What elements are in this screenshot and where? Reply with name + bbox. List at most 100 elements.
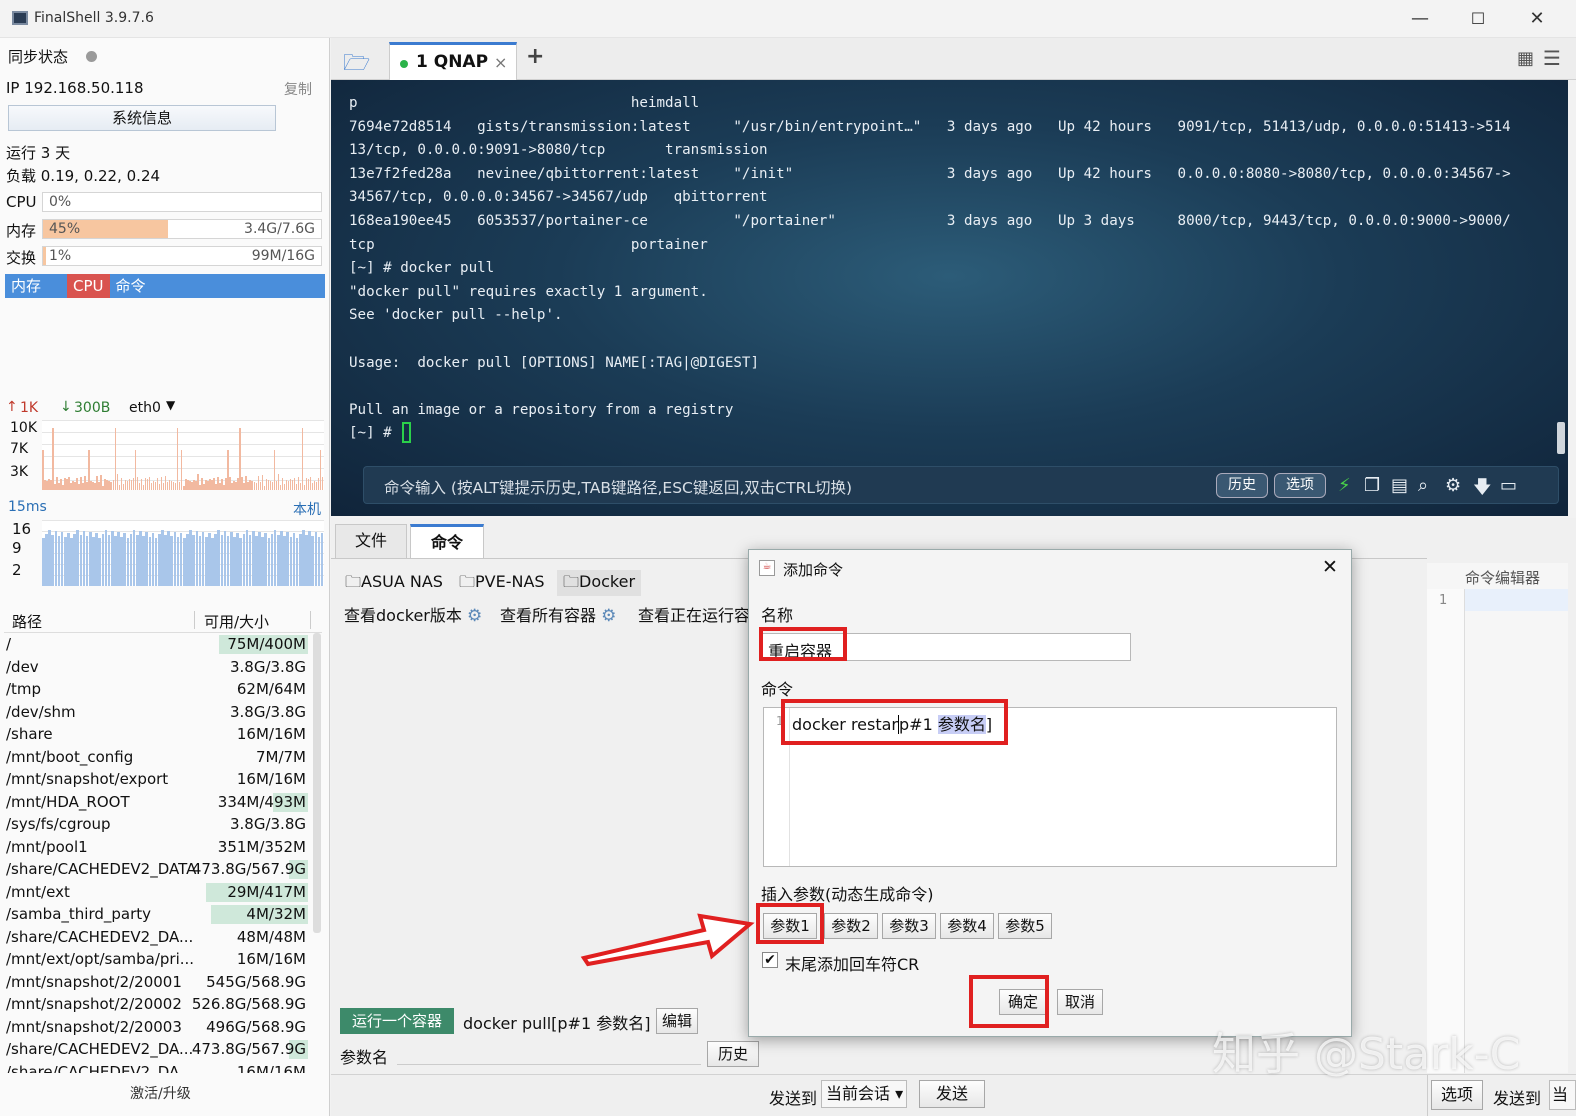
param-history-button[interactable]: 历史 xyxy=(707,1041,759,1067)
disk-row[interactable]: /share 16M/16M xyxy=(4,723,308,745)
disk-row[interactable]: /mnt/snapshot/export 16M/16M xyxy=(4,768,308,790)
folder-docker[interactable]: 🗀Docker xyxy=(557,570,642,596)
disk-path: /share/CACHEDEV2_DA xyxy=(6,1062,180,1074)
process-tab-cpu[interactable]: CPU xyxy=(67,274,110,298)
disk-row[interactable]: /mnt/pool1 351M/352M xyxy=(4,836,308,858)
session-select[interactable]: 当前会话 ▾ xyxy=(821,1080,907,1108)
ip-address: IP 192.168.50.118 xyxy=(6,79,144,97)
disk-row[interactable]: /tmp 62M/64M xyxy=(4,678,308,700)
disk-row[interactable]: /mnt/ext 29M/417M xyxy=(4,881,308,903)
cr-checkbox-label: 末尾添加回车符CR xyxy=(785,955,920,974)
disk-row[interactable]: /mnt/boot_config 7M/7M xyxy=(4,746,308,768)
disk-row[interactable]: /samba_third_party 4M/32M xyxy=(4,903,308,925)
param-name-input[interactable] xyxy=(397,1064,701,1065)
param3-button[interactable]: 参数3 xyxy=(882,913,936,939)
disk-scrollbar[interactable] xyxy=(313,633,321,933)
close-tab-icon[interactable]: × xyxy=(494,53,507,72)
tab-files[interactable]: 文件 xyxy=(335,524,407,558)
disk-row[interactable]: /mnt/HDA_ROOT 334M/493M xyxy=(4,791,308,813)
disk-row[interactable]: /share/CACHEDEV2_DA... 48M/48M xyxy=(4,926,308,948)
window-title: FinalShell 3.9.7.6 xyxy=(34,10,154,26)
disk-row[interactable]: /mnt/snapshot/2/20001 545G/568.9G xyxy=(4,971,308,993)
command-label: 命令 xyxy=(761,680,794,699)
disk-row[interactable]: /mnt/ext/opt/samba/pri... 16M/16M xyxy=(4,948,308,970)
terminal-scrollbar[interactable] xyxy=(1557,422,1565,454)
latency-value: 15ms xyxy=(8,499,47,515)
editor-options-button[interactable]: 选项 xyxy=(1431,1080,1483,1110)
param2-button[interactable]: 参数2 xyxy=(824,913,878,939)
disk-row[interactable]: /mnt/snapshot/2/20002 526.8G/568.9G xyxy=(4,993,308,1015)
folder-pve-nas[interactable]: 🗀PVE-NAS xyxy=(453,570,551,596)
gear-icon[interactable]: ⚙ xyxy=(1445,475,1461,496)
app-icon xyxy=(12,11,28,25)
annotation-param1-box xyxy=(756,903,824,944)
close-button[interactable]: ✕ xyxy=(1517,6,1557,32)
disk-size: 351M/352M xyxy=(217,837,306,856)
net-tick-low: 3K xyxy=(10,464,29,480)
disk-row[interactable]: /mnt/snapshot/2/20003 496G/568.9G xyxy=(4,1016,308,1038)
cr-checkbox[interactable]: ✔ xyxy=(762,952,778,968)
session-tab-qnap[interactable]: 1 QNAP × xyxy=(389,42,517,80)
disk-row[interactable]: /sys/fs/cgroup 3.8G/3.8G xyxy=(4,813,308,835)
command-running-containers[interactable]: 查看正在运行容 xyxy=(638,602,750,626)
disk-list: / 75M/400M/dev 3.8G/3.8G/tmp 62M/64M/dev/sh… xyxy=(0,633,320,1073)
disk-row[interactable]: / 75M/400M xyxy=(4,633,308,655)
fullscreen-icon[interactable]: ▭ xyxy=(1500,475,1517,496)
disk-size: 16M/16M xyxy=(236,950,306,968)
session-tab-label: 1 QNAP xyxy=(416,52,489,72)
folder-open-icon[interactable]: 🗁 xyxy=(343,46,370,84)
folder-icon: 🗀 xyxy=(563,572,580,591)
send-button[interactable]: 发送 xyxy=(919,1080,985,1108)
disk-row[interactable]: /share/CACHEDEV2_DATA 473.8G/567.9G xyxy=(4,858,308,880)
command-input-bar[interactable]: 命令输入 (按ALT键提示历史,TAB键路径,ESC键返回,双击CTRL切换) … xyxy=(363,466,1559,504)
layout-grid-icon[interactable]: ▦ xyxy=(1517,48,1534,69)
options-button[interactable]: 选项 xyxy=(1274,473,1326,498)
editor-session-select[interactable]: 当 xyxy=(1549,1080,1576,1110)
cancel-button[interactable]: 取消 xyxy=(1057,989,1103,1015)
gear-icon[interactable]: ⚙ xyxy=(467,606,482,626)
command-docker-version[interactable]: 查看docker版本 ⚙ xyxy=(344,602,482,626)
chevron-down-icon[interactable]: ▼ xyxy=(166,398,175,412)
latency-tick-mid: 9 xyxy=(12,539,22,557)
run-container-chip[interactable]: 运行一个容器 xyxy=(340,1008,455,1034)
disk-size: 7M/7M xyxy=(255,747,306,766)
command-editor-input[interactable] xyxy=(1465,589,1568,611)
paste-icon[interactable]: ▤ xyxy=(1391,475,1408,496)
disk-row[interactable]: /dev/shm 3.8G/3.8G xyxy=(4,701,308,723)
process-tab-mem[interactable]: 内存 xyxy=(5,274,47,298)
copy-icon[interactable]: ❐ xyxy=(1364,475,1380,496)
command-input[interactable]: 命令输入 (按ALT键提示历史,TAB键路径,ESC键返回,双击CTRL切换) xyxy=(384,476,852,498)
process-tab-cmd[interactable]: 命令 xyxy=(110,274,152,298)
maximize-button[interactable]: ☐ xyxy=(1458,6,1498,32)
search-icon[interactable]: ⌕ xyxy=(1418,475,1428,496)
sync-status-dot xyxy=(86,51,97,62)
disk-header: 路径 可用/大小 xyxy=(4,609,322,633)
terminal[interactable]: p heimdall 7694e72d8514 gists/transmissi… xyxy=(331,80,1568,516)
param5-button[interactable]: 参数5 xyxy=(998,913,1052,939)
copy-ip-link[interactable]: 复制 xyxy=(284,79,312,99)
net-interface-select[interactable]: eth0 xyxy=(129,400,161,416)
add-tab-icon[interactable]: + xyxy=(526,44,544,69)
edit-button[interactable]: 编辑 xyxy=(656,1008,698,1034)
dialog-close-icon[interactable]: ✕ xyxy=(1322,556,1338,578)
disk-row[interactable]: /share/CACHEDEV2_DA... 473.8G/567.9G xyxy=(4,1038,308,1060)
disk-size: 62M/64M xyxy=(236,680,306,698)
activate-link[interactable]: 激活/升级 xyxy=(130,1083,191,1103)
editor-gutter: 1 xyxy=(1427,589,1465,1073)
disk-header-size: 可用/大小 xyxy=(204,613,270,631)
tab-commands[interactable]: 命令 xyxy=(410,524,484,558)
java-app-icon: ☕ xyxy=(759,560,775,576)
history-button[interactable]: 历史 xyxy=(1216,473,1268,498)
lightning-icon[interactable]: ⚡ xyxy=(1338,475,1351,496)
menu-icon[interactable]: ☰ xyxy=(1543,46,1561,70)
system-info-button[interactable]: 系统信息 xyxy=(8,105,276,131)
swap-bar: 1% 99M/16G xyxy=(42,246,322,266)
gear-icon[interactable]: ⚙ xyxy=(601,606,616,626)
param4-button[interactable]: 参数4 xyxy=(940,913,994,939)
minimize-button[interactable]: — xyxy=(1400,6,1440,32)
download-icon[interactable]: 🡇 xyxy=(1473,475,1492,505)
disk-row[interactable]: /dev 3.8G/3.8G xyxy=(4,656,308,678)
folder-asua-nas[interactable]: 🗀ASUA NAS xyxy=(339,570,449,596)
disk-row[interactable]: /share/CACHEDEV2_DA 16M/16M xyxy=(4,1061,308,1074)
command-all-containers[interactable]: 查看所有容器 ⚙ xyxy=(500,602,616,626)
